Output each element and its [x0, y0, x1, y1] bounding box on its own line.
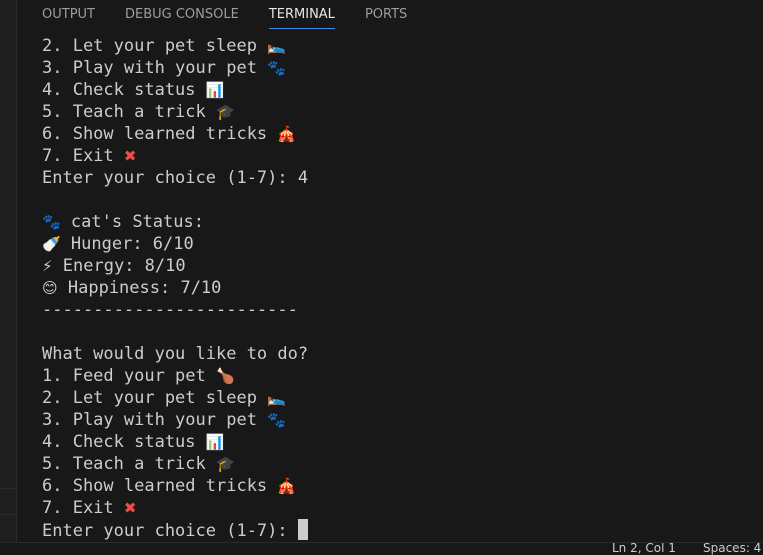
tab-output[interactable]: OUTPUT: [42, 0, 95, 32]
terminal-line: 1. Feed your pet 🍗: [42, 365, 757, 387]
terminal-line: 🐾 cat's Status:: [42, 211, 757, 233]
tab-terminal[interactable]: TERMINAL: [268, 0, 336, 32]
terminal-line: What would you like to do?: [42, 343, 757, 365]
terminal-output[interactable]: 2. Let your pet sleep 🛌 3. Play with your…: [42, 35, 757, 545]
terminal-line-text: 2. Let your pet sleep: [42, 388, 268, 408]
terminal-line: 4. Check status 📊: [42, 431, 757, 453]
terminal-emoji-icon: 🛌: [267, 389, 286, 407]
terminal-line: 2. Let your pet sleep 🛌: [42, 35, 757, 57]
terminal-line: 2. Let your pet sleep 🛌: [42, 387, 757, 409]
tab-debug-console[interactable]: DEBUG CONSOLE: [125, 0, 239, 32]
status-bar: Ln 2, Col 1 Spaces: 4: [0, 542, 763, 555]
terminal-emoji-icon: ✖: [123, 147, 137, 165]
terminal-emoji-icon: 📊: [205, 433, 225, 451]
terminal-line: 🍼 Hunger: 6/10: [42, 233, 757, 255]
terminal-line: 6. Show learned tricks 🎪: [42, 123, 757, 145]
terminal-line-text: 4. Check status: [42, 432, 206, 452]
terminal-line-text: 3. Play with your pet: [42, 58, 268, 78]
terminal-cursor: [297, 519, 308, 540]
panel-tabs: OUTPUT DEBUG CONSOLE TERMINAL PORTS: [16, 0, 763, 32]
terminal-line: 7. Exit ✖: [42, 497, 757, 519]
terminal-line-text: 1. Feed your pet: [42, 366, 216, 386]
terminal-line: 3. Play with your pet 🐾: [42, 57, 757, 79]
terminal-emoji-icon: 🎪: [277, 477, 297, 495]
terminal-line-text: Enter your choice (1-7): 4: [42, 168, 309, 188]
terminal-emoji-icon: 🎪: [277, 125, 297, 143]
terminal-emoji-icon: 🎓: [216, 103, 235, 121]
terminal-emoji-icon: 🍼: [42, 235, 61, 253]
terminal-line-text: 5. Teach a trick: [42, 102, 216, 122]
terminal-emoji-icon: 📊: [205, 81, 225, 99]
terminal-line: 4. Check status 📊: [42, 79, 757, 101]
terminal-line-text: 6. Show learned tricks: [42, 124, 278, 144]
terminal-line: ⚡ Energy: 8/10: [42, 255, 757, 277]
terminal-line-text: Energy: 8/10: [52, 256, 186, 276]
left-activity-strip: [0, 0, 17, 555]
terminal-line-text: Happiness: 7/10: [57, 278, 222, 298]
terminal-emoji-icon: 😊: [42, 279, 58, 297]
terminal-line-text: -------------------------: [42, 300, 298, 320]
cursor-position[interactable]: Ln 2, Col 1: [612, 543, 676, 555]
terminal-emoji-icon: 🐾: [42, 213, 61, 231]
terminal-line: Enter your choice (1-7): 4: [42, 167, 757, 189]
terminal-emoji-icon: ✖: [123, 499, 137, 517]
terminal-line-text: Enter your choice (1-7):: [42, 521, 298, 541]
terminal-line: 😊 Happiness: 7/10: [42, 277, 757, 299]
terminal-line: 5. Teach a trick 🎓: [42, 101, 757, 123]
terminal-line: -------------------------: [42, 299, 757, 321]
terminal-line-text: cat's Status:: [60, 212, 204, 232]
terminal-emoji-icon: 🎓: [216, 455, 235, 473]
terminal-line-text: What would you like to do?: [42, 344, 309, 364]
terminal-emoji-icon: 🛌: [267, 37, 286, 55]
indentation-setting[interactable]: Spaces: 4: [703, 543, 761, 555]
terminal-line: 7. Exit ✖: [42, 145, 757, 167]
terminal-line-text: 6. Show learned tricks: [42, 476, 278, 496]
terminal-line: 3. Play with your pet 🐾: [42, 409, 757, 431]
terminal-line-text: 7. Exit: [42, 146, 124, 166]
terminal-emoji-icon: ⚡: [42, 257, 53, 275]
terminal-panel-window: OUTPUT DEBUG CONSOLE TERMINAL PORTS 2. Let …: [0, 0, 763, 555]
terminal-line-text: Hunger: 6/10: [60, 234, 194, 254]
terminal-line-text: 5. Teach a trick: [42, 454, 216, 474]
terminal-emoji-icon: 🐾: [267, 59, 286, 77]
terminal-line-text: 4. Check status: [42, 80, 206, 100]
terminal-line: 5. Teach a trick 🎓: [42, 453, 757, 475]
terminal-line: Enter your choice (1-7):: [42, 519, 757, 541]
terminal-line-text: 3. Play with your pet: [42, 410, 268, 430]
terminal-emoji-icon: 🍗: [216, 367, 235, 385]
terminal-line: 6. Show learned tricks 🎪: [42, 475, 757, 497]
terminal-emoji-icon: 🐾: [267, 411, 286, 429]
tab-ports[interactable]: PORTS: [365, 0, 407, 32]
terminal-line-text: 7. Exit: [42, 498, 124, 518]
terminal-line-text: 2. Let your pet sleep: [42, 36, 268, 56]
